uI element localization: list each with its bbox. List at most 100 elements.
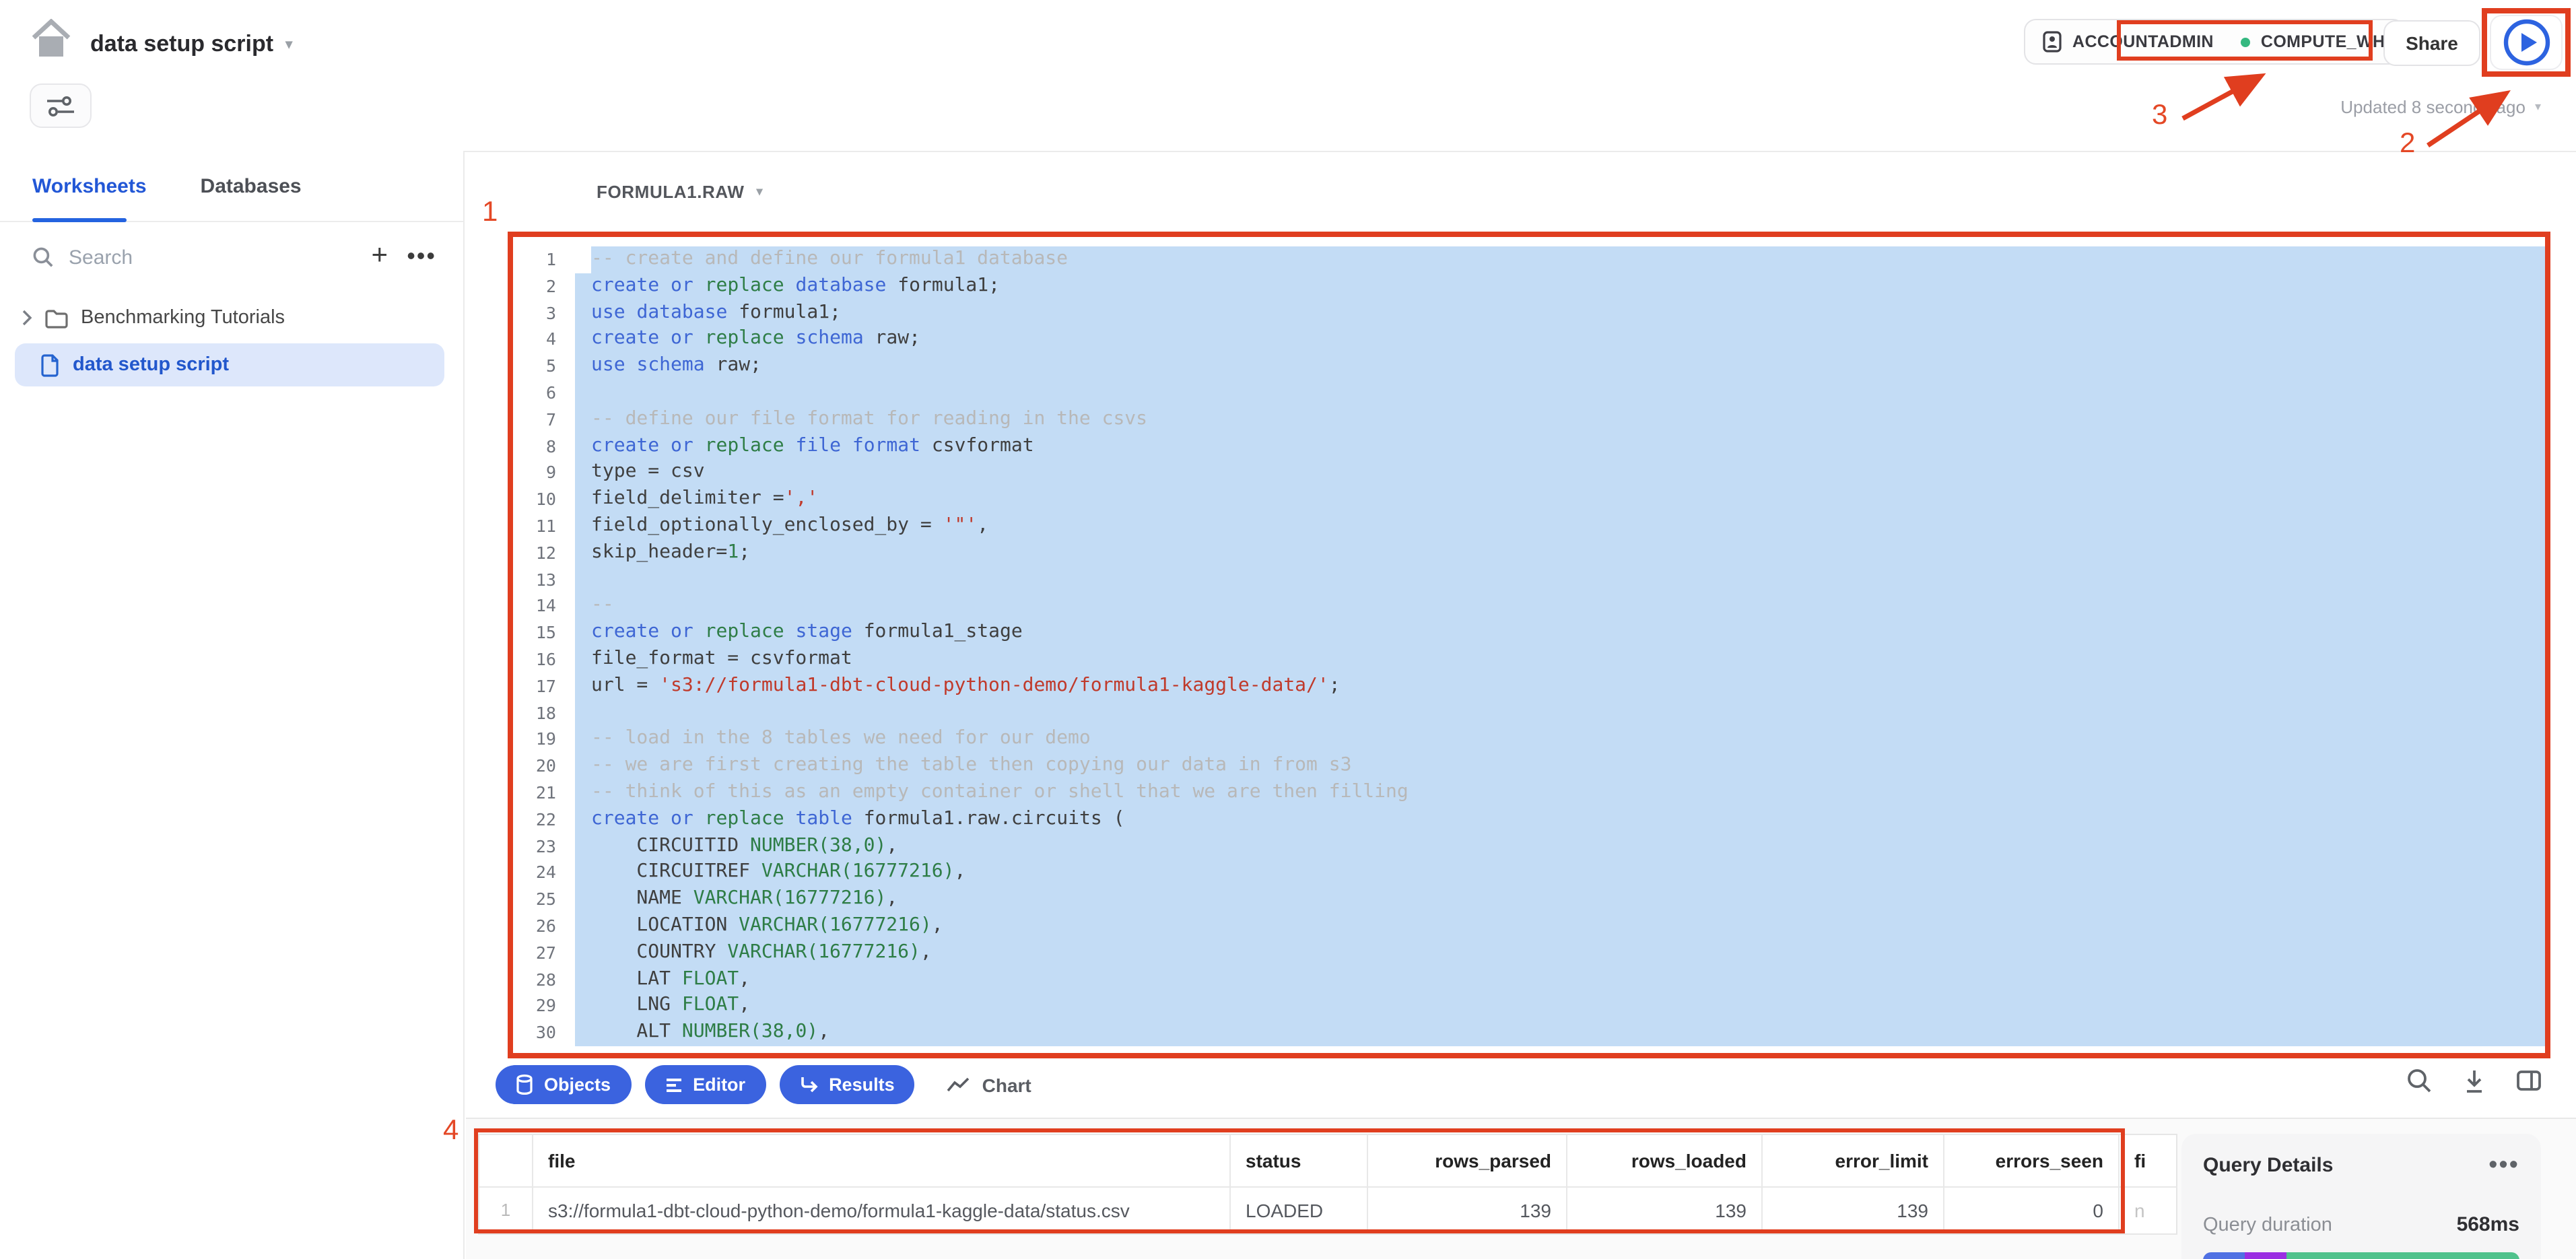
table-cell: 139: [1368, 1188, 1567, 1233]
code-text: COUNTRY VARCHAR(16777216),: [575, 939, 2545, 966]
editor-line[interactable]: 27 COUNTRY VARCHAR(16777216),: [513, 939, 2545, 966]
editor-button[interactable]: Editor: [644, 1065, 766, 1104]
editor-label: Editor: [693, 1075, 745, 1095]
table-row[interactable]: 1s3://formula1-dbt-cloud-python-demo/for…: [479, 1188, 2176, 1233]
editor-line[interactable]: 16file_format = csvformat: [513, 646, 2545, 673]
line-number: 9: [513, 460, 575, 487]
query-details-menu-button[interactable]: •••: [2488, 1159, 2519, 1172]
column-header[interactable]: rows_parsed: [1368, 1135, 1567, 1188]
download-icon[interactable]: [2463, 1068, 2486, 1093]
updated-status[interactable]: Updated 8 seconds ago ▾: [2340, 97, 2541, 117]
editor-line[interactable]: 6: [513, 380, 2545, 407]
objects-button[interactable]: Objects: [496, 1065, 631, 1104]
home-button[interactable]: [30, 19, 73, 59]
column-header[interactable]: file: [533, 1135, 1231, 1188]
editor-line[interactable]: 15create or replace stage formula1_stage: [513, 619, 2545, 646]
line-number: 22: [513, 806, 575, 833]
code-text: -- load in the 8 tables we need for our …: [575, 726, 2545, 753]
column-header[interactable]: fi: [2120, 1135, 2176, 1188]
editor-line[interactable]: 20-- we are first creating the table the…: [513, 753, 2545, 780]
code-text: [575, 566, 2545, 593]
file-icon: [40, 353, 59, 376]
editor-line[interactable]: 3use database formula1;: [513, 300, 2545, 327]
results-button[interactable]: Results: [779, 1065, 915, 1104]
editor-line[interactable]: 18: [513, 700, 2545, 726]
editor-line[interactable]: 12skip_header=1;: [513, 540, 2545, 567]
table-cell: 0: [1944, 1188, 2120, 1233]
home-icon: [30, 19, 73, 59]
warehouse-label: COMPUTE_WH: [2261, 32, 2385, 51]
split-columns-icon[interactable]: [2517, 1070, 2541, 1091]
editor-line[interactable]: 23 CIRCUITID NUMBER(38,0),: [513, 833, 2545, 860]
code-text: type = csv: [575, 460, 2545, 487]
line-number: 18: [513, 700, 575, 726]
run-button[interactable]: [2490, 15, 2563, 70]
table-cell: 139: [1763, 1188, 1944, 1233]
context-selector[interactable]: ACCOUNTADMIN COMPUTE_WH: [2024, 19, 2405, 65]
editor-line[interactable]: 28 LAT FLOAT,: [513, 966, 2545, 993]
editor-line[interactable]: 13: [513, 566, 2545, 593]
line-number: 3: [513, 300, 575, 327]
play-icon: [2501, 18, 2551, 67]
sidebar-item-worksheet-selected[interactable]: data setup script: [15, 343, 444, 386]
editor-line[interactable]: 4create or replace schema raw;: [513, 327, 2545, 353]
more-options-button[interactable]: •••: [407, 242, 436, 271]
editor-line[interactable]: 30 ALT NUMBER(38,0),: [513, 1019, 2545, 1046]
editor-line[interactable]: 11field_optionally_enclosed_by = '"',: [513, 513, 2545, 540]
editor-line[interactable]: 10field_delimiter =',': [513, 486, 2545, 513]
table-cell: n: [2120, 1188, 2176, 1233]
editor-line[interactable]: 25 NAME VARCHAR(16777216),: [513, 886, 2545, 913]
sliders-icon: [46, 94, 75, 118]
tab-worksheets[interactable]: Worksheets: [32, 174, 147, 197]
tab-databases[interactable]: Databases: [201, 174, 302, 197]
share-button[interactable]: Share: [2383, 20, 2480, 66]
sidebar-item-folder[interactable]: Benchmarking Tutorials: [0, 300, 463, 335]
worksheet-title-menu[interactable]: data setup script ▾: [90, 31, 292, 58]
column-header[interactable]: rows_loaded: [1567, 1135, 1763, 1188]
search-results-icon[interactable]: [2406, 1068, 2432, 1093]
column-header[interactable]: error_limit: [1763, 1135, 1944, 1188]
code-text: file_format = csvformat: [575, 646, 2545, 673]
top-header: data setup script ▾ ACCOUNTADMIN: [0, 0, 2576, 152]
editor-line[interactable]: 14--: [513, 593, 2545, 620]
line-number: 19: [513, 726, 575, 753]
duration-bar-segment: [2244, 1252, 2286, 1259]
code-text: ALT NUMBER(38,0),: [575, 1019, 2545, 1046]
chart-toggle[interactable]: Chart: [947, 1074, 1031, 1095]
new-worksheet-button[interactable]: +: [371, 240, 388, 272]
editor-line[interactable]: 2create or replace database formula1;: [513, 273, 2545, 300]
editor-line[interactable]: 22create or replace table formula1.raw.c…: [513, 806, 2545, 833]
code-text: [575, 380, 2545, 407]
line-number: 1: [513, 246, 575, 273]
line-number: 27: [513, 939, 575, 966]
editor-line[interactable]: 19-- load in the 8 tables we need for ou…: [513, 726, 2545, 753]
editor-line[interactable]: 21-- think of this as an empty container…: [513, 780, 2545, 807]
editor-line[interactable]: 7-- define our file format for reading i…: [513, 407, 2545, 434]
text-lines-icon: [665, 1077, 682, 1093]
code-text: create or replace file format csvformat: [575, 433, 2545, 460]
code-text: field_delimiter =',': [575, 486, 2545, 513]
sql-editor[interactable]: 1-- create and define our formula1 datab…: [513, 237, 2545, 1064]
editor-line[interactable]: 9type = csv: [513, 460, 2545, 487]
role-section[interactable]: ACCOUNTADMIN: [2025, 31, 2233, 53]
code-text: skip_header=1;: [575, 540, 2545, 567]
warehouse-section[interactable]: COMPUTE_WH: [2233, 32, 2404, 51]
editor-line[interactable]: 24 CIRCUITREF VARCHAR(16777216),: [513, 860, 2545, 887]
query-duration-label: Query duration: [2203, 1214, 2332, 1235]
code-text: use schema raw;: [575, 353, 2545, 380]
editor-line[interactable]: 8create or replace file format csvformat: [513, 433, 2545, 460]
filters-button[interactable]: [30, 83, 92, 128]
role-label: ACCOUNTADMIN: [2072, 32, 2214, 51]
editor-line[interactable]: 17url = 's3://formula1-dbt-cloud-python-…: [513, 673, 2545, 700]
schema-context-dropdown[interactable]: FORMULA1.RAW ▾: [597, 182, 763, 202]
results-table: filestatusrows_parsedrows_loadederror_li…: [478, 1134, 2177, 1235]
code-text: LAT FLOAT,: [575, 966, 2545, 993]
column-header[interactable]: status: [1231, 1135, 1368, 1188]
editor-line[interactable]: 26 LOCATION VARCHAR(16777216),: [513, 913, 2545, 940]
editor-line[interactable]: 1-- create and define our formula1 datab…: [513, 246, 2545, 273]
editor-lines: 1-- create and define our formula1 datab…: [513, 246, 2545, 1046]
editor-line[interactable]: 5use schema raw;: [513, 353, 2545, 380]
sidebar-search[interactable]: Search + •••: [0, 222, 463, 292]
editor-line[interactable]: 29 LNG FLOAT,: [513, 993, 2545, 1020]
column-header[interactable]: errors_seen: [1944, 1135, 2120, 1188]
